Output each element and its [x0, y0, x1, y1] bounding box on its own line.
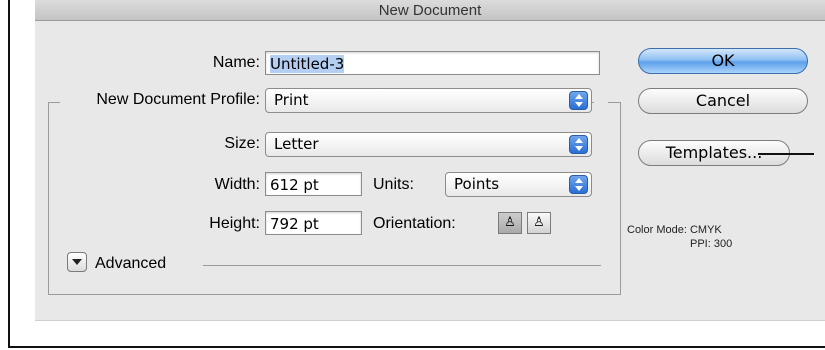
- height-field[interactable]: 792 pt: [265, 211, 362, 235]
- profile-value: Print: [274, 91, 309, 109]
- callout-line: [758, 153, 814, 155]
- advanced-divider: [203, 265, 601, 266]
- popup-arrows-icon: [569, 175, 588, 194]
- popup-arrows-icon: [569, 91, 588, 110]
- ok-button[interactable]: OK: [638, 48, 808, 74]
- height-label: Height:: [209, 215, 260, 232]
- advanced-label: Advanced: [95, 255, 167, 272]
- size-label: Size:: [224, 135, 260, 152]
- portrait-orientation-icon[interactable]: ♙: [498, 212, 522, 234]
- units-label: Units:: [373, 176, 414, 193]
- size-select[interactable]: Letter: [265, 132, 592, 157]
- ppi-info: PPI: 300: [690, 238, 733, 250]
- frame-bottom-border: [8, 346, 825, 348]
- popup-arrows-icon: [569, 135, 588, 154]
- color-mode-info: Color Mode: CMYK: [627, 224, 722, 236]
- title-bar: New Document: [35, 0, 825, 21]
- width-label: Width:: [214, 176, 260, 193]
- frame-left-border: [8, 0, 10, 348]
- group-edge-gap: [594, 92, 608, 112]
- units-select[interactable]: Points: [445, 172, 592, 197]
- landscape-orientation-icon[interactable]: ♙: [527, 212, 551, 234]
- width-field[interactable]: 612 pt: [265, 172, 362, 196]
- cancel-button[interactable]: Cancel: [638, 88, 808, 114]
- new-document-dialog: New Document Name: Untitled-3 New Docume…: [35, 0, 825, 321]
- name-label: Name:: [212, 54, 260, 71]
- name-value: Untitled-3: [270, 55, 345, 73]
- dialog-title: New Document: [378, 2, 482, 19]
- profile-label: New Document Profile:: [96, 91, 260, 108]
- orientation-label: Orientation:: [373, 215, 456, 232]
- name-field[interactable]: Untitled-3: [265, 51, 600, 75]
- profile-select[interactable]: Print: [265, 88, 592, 113]
- size-value: Letter: [274, 135, 319, 153]
- units-value: Points: [454, 175, 500, 193]
- advanced-disclosure-toggle[interactable]: [67, 252, 87, 272]
